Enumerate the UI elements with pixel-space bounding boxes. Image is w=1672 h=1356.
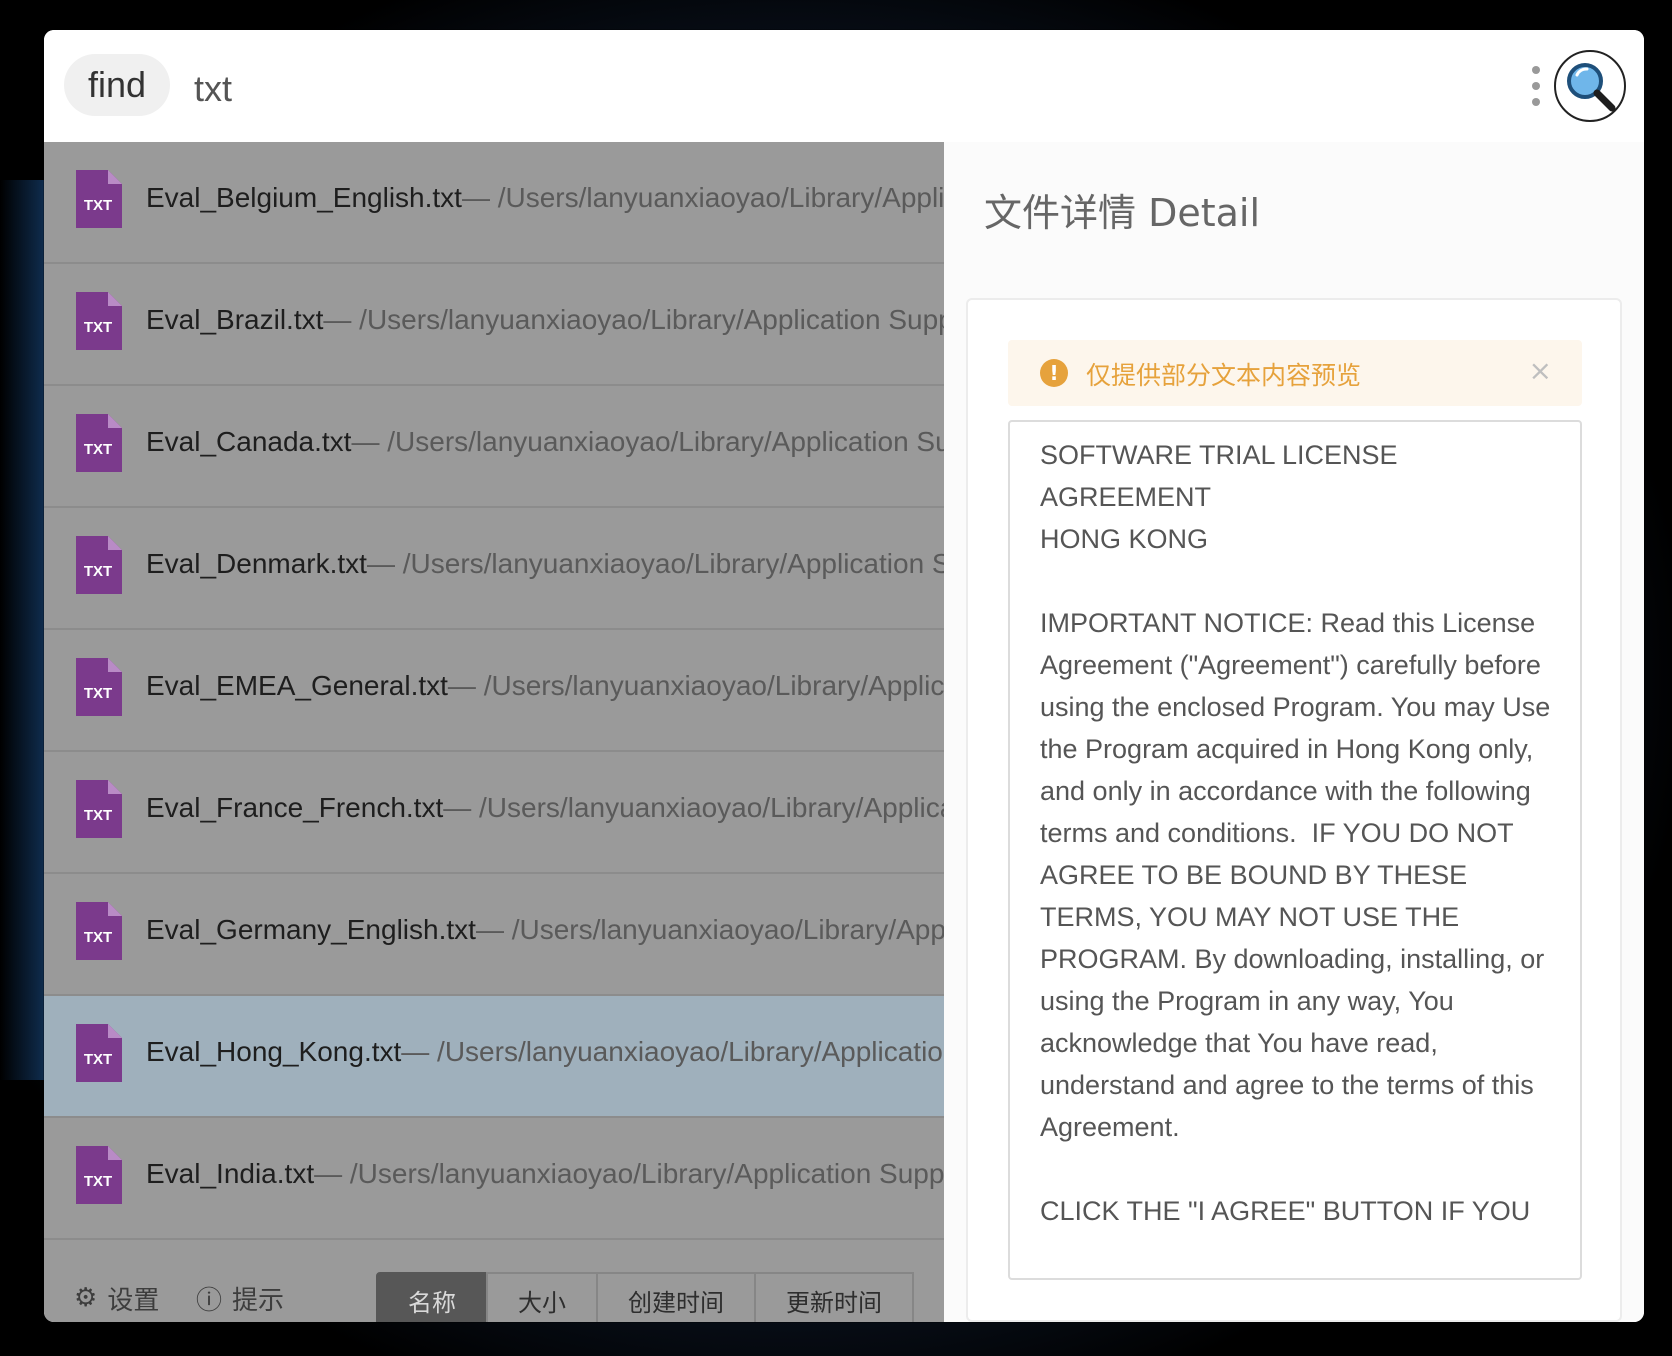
svg-text:TXT: TXT: [84, 197, 112, 214]
result-text: Eval_Belgium_English.txt— /Users/lanyuan…: [146, 182, 944, 214]
file-path: — /Users/lanyuanxiaoyao/Library/Applicat…: [351, 426, 944, 457]
result-text: Eval_Canada.txt— /Users/lanyuanxiaoyao/L…: [146, 426, 944, 458]
svg-text:TXT: TXT: [84, 929, 112, 946]
list-item[interactable]: TXT Eval_India.txt— /Users/lanyuanxiaoyao…: [44, 1118, 944, 1240]
txt-file-icon: TXT: [76, 902, 122, 960]
close-icon[interactable]: ×: [1529, 354, 1552, 387]
result-text: Eval_Denmark.txt— /Users/lanyuanxiaoyao/…: [146, 548, 944, 580]
list-item[interactable]: TXT Eval_Denmark.txt— /Users/lanyuanxiaoy…: [44, 508, 944, 630]
file-path: — /Users/lanyuanxiaoyao/Library/Applicat…: [314, 1158, 944, 1189]
file-name: Eval_India.txt: [146, 1158, 315, 1189]
result-text: Eval_Hong_Kong.txt— /Users/lanyuanxiaoya…: [146, 1036, 944, 1068]
txt-file-icon: TXT: [76, 658, 122, 716]
txt-file-icon: TXT: [76, 780, 122, 838]
warning-icon: !: [1040, 359, 1068, 387]
sort-by-created-button[interactable]: 创建时间: [596, 1272, 756, 1322]
file-path: — /Users/lanyuanxiaoyao/Library/Applicat…: [447, 670, 944, 701]
file-name: Eval_Brazil.txt: [146, 304, 324, 335]
svg-text:TXT: TXT: [84, 563, 112, 580]
search-bar: find: [44, 30, 1644, 142]
result-text: Eval_Brazil.txt— /Users/lanyuanxiaoyao/L…: [146, 304, 944, 336]
file-name: Eval_Canada.txt: [146, 426, 352, 457]
result-text: Eval_EMEA_General.txt— /Users/lanyuanxia…: [146, 670, 944, 702]
txt-file-icon: TXT: [76, 292, 122, 350]
svg-text:TXT: TXT: [84, 1051, 112, 1068]
file-name: Eval_Germany_English.txt: [146, 914, 476, 945]
list-item[interactable]: TXT Eval_Hong_Kong.txt— /Users/lanyuanxia…: [44, 996, 944, 1118]
list-item[interactable]: TXT Eval_Canada.txt— /Users/lanyuanxiaoya…: [44, 386, 944, 508]
search-button[interactable]: [1554, 50, 1626, 122]
preview-notice: ! 仅提供部分文本内容预览 ×: [1008, 340, 1582, 406]
svg-text:TXT: TXT: [84, 807, 112, 824]
txt-file-icon: TXT: [76, 1024, 122, 1082]
sort-by-size-button[interactable]: 大小: [486, 1272, 598, 1322]
txt-file-icon: TXT: [76, 536, 122, 594]
list-item[interactable]: TXT Eval_Germany_English.txt— /Users/lany…: [44, 874, 944, 996]
sort-tabs: 名称 大小 创建时间 更新时间: [376, 1272, 914, 1322]
file-path: — /Users/lanyuanxiaoyao/Library/Applicat…: [366, 548, 944, 579]
bottom-toolbar: ⚙ 设置 ⓘ 提示 名称 大小 创建时间 更新时间: [44, 1272, 944, 1322]
detail-panel: 文件详情 Detail ! 仅提供部分文本内容预览 × SOFTWARE TRI…: [944, 142, 1644, 1322]
settings-button[interactable]: ⚙ 设置: [74, 1278, 159, 1318]
list-item[interactable]: TXT Eval_EMEA_General.txt— /Users/lanyuan…: [44, 630, 944, 752]
list-item[interactable]: TXT Eval_Brazil.txt— /Users/lanyuanxiaoya…: [44, 264, 944, 386]
tips-label: 提示: [232, 1285, 285, 1316]
file-path: — /Users/lanyuanxiaoyao/Library/Applicat…: [323, 304, 944, 335]
notice-text: 仅提供部分文本内容预览: [1086, 361, 1362, 390]
result-text: Eval_India.txt— /Users/lanyuanxiaoyao/Li…: [146, 1158, 944, 1190]
file-name: Eval_EMEA_General.txt: [146, 670, 448, 701]
txt-file-icon: TXT: [76, 170, 122, 228]
svg-text:TXT: TXT: [84, 1173, 112, 1190]
launcher-window: find TXTEval_Belgium_English.txt— /Users…: [44, 30, 1644, 1322]
svg-text:TXT: TXT: [84, 685, 112, 702]
file-path: — /Users/lanyuanxiaoyao/Library/Applicat…: [475, 914, 944, 945]
list-item[interactable]: TXT Eval_Belgium_English.txt— /Users/lany…: [44, 142, 944, 264]
magnifier-icon: [1567, 63, 1616, 112]
file-path: — /Users/lanyuanxiaoyao/Library/Applicat…: [461, 182, 944, 213]
info-icon: ⓘ: [196, 1285, 223, 1316]
file-path: — /Users/lanyuanxiaoyao/Library/Applicat…: [443, 792, 944, 823]
more-menu-icon[interactable]: [1530, 66, 1542, 106]
sort-by-updated-button[interactable]: 更新时间: [754, 1272, 914, 1322]
svg-text:TXT: TXT: [84, 441, 112, 458]
search-input[interactable]: [192, 58, 1396, 120]
tips-button[interactable]: ⓘ 提示: [196, 1278, 284, 1318]
file-name: Eval_Denmark.txt: [146, 548, 367, 579]
gear-icon: ⚙: [74, 1283, 98, 1313]
sort-by-name-button[interactable]: 名称: [376, 1272, 488, 1322]
text-preview[interactable]: SOFTWARE TRIAL LICENSE AGREEMENT HONG KO…: [1008, 420, 1582, 1280]
file-name: Eval_France_French.txt: [146, 792, 444, 823]
result-text: Eval_France_French.txt— /Users/lanyuanxi…: [146, 792, 944, 824]
result-list: TXT Eval_Belgium_English.txt— /Users/lany…: [44, 142, 944, 1272]
file-name: Eval_Belgium_English.txt: [146, 182, 462, 213]
svg-text:TXT: TXT: [84, 319, 112, 336]
txt-file-icon: TXT: [76, 414, 122, 472]
detail-card: ! 仅提供部分文本内容预览 × SOFTWARE TRIAL LICENSE A…: [966, 298, 1622, 1322]
command-chip[interactable]: find: [64, 54, 170, 116]
txt-file-icon: TXT: [76, 1146, 122, 1204]
list-item[interactable]: TXT Eval_France_French.txt— /Users/lanyua…: [44, 752, 944, 874]
file-path: — /Users/lanyuanxiaoyao/Library/Applicat…: [401, 1036, 944, 1067]
result-text: Eval_Germany_English.txt— /Users/lanyuan…: [146, 914, 944, 946]
file-name: Eval_Hong_Kong.txt: [146, 1036, 402, 1067]
detail-title: 文件详情 Detail: [984, 191, 1261, 235]
settings-label: 设置: [107, 1285, 160, 1316]
